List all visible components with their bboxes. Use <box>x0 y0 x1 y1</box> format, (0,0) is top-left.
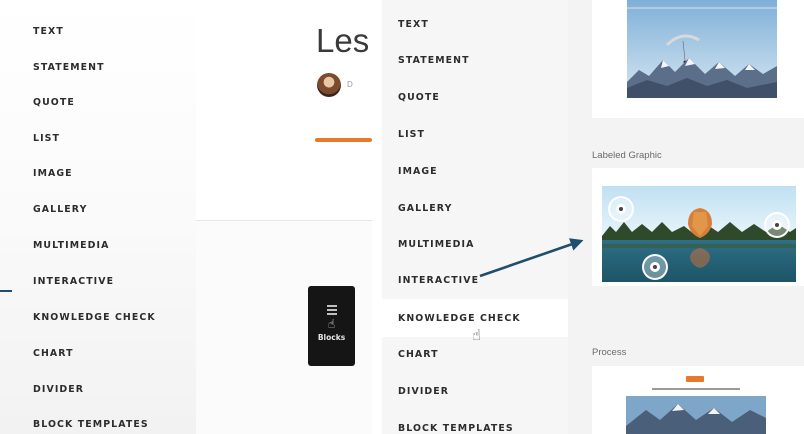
lesson-title[interactable]: Les <box>316 22 369 60</box>
menu-item-divider[interactable]: DIVIDER <box>0 376 196 402</box>
menu-item-interactive[interactable]: INTERACTIVE <box>382 267 568 293</box>
grid-icon <box>326 305 337 315</box>
menu-item-text[interactable]: TEXT <box>0 18 196 44</box>
menu-item-block-templates[interactable]: BLOCK TEMPLATES <box>382 415 568 434</box>
lesson-editor-area: Les D ☝ Blocks <box>196 0 372 434</box>
menu-item-quote[interactable]: QUOTE <box>382 84 568 110</box>
menu-item-interactive[interactable]: INTERACTIVE <box>0 268 196 294</box>
process-label: Process <box>592 347 627 358</box>
labeled-graphic-label: Labeled Graphic <box>592 150 662 161</box>
left-screenshot-panel: TEXT STATEMENT QUOTE LIST IMAGE GALLERY … <box>0 0 372 434</box>
hand-pointer-icon: ☝ <box>327 317 336 331</box>
paraglider-image <box>627 0 777 98</box>
menu-item-knowledge-check[interactable]: KNOWLEDGE CHECK <box>0 304 196 330</box>
menu-item-list[interactable]: LIST <box>382 121 568 147</box>
menu-item-statement[interactable]: STATEMENT <box>0 54 196 80</box>
menu-item-gallery[interactable]: GALLERY <box>0 196 196 222</box>
hotspot-marker[interactable] <box>608 196 634 222</box>
block-library-sidebar: TEXT STATEMENT QUOTE LIST IMAGE GALLERY … <box>382 0 568 434</box>
process-mountain-image <box>626 396 766 434</box>
panel-separator <box>372 0 382 434</box>
menu-item-multimedia[interactable]: MULTIMEDIA <box>0 232 196 258</box>
menu-item-chart[interactable]: CHART <box>382 341 568 367</box>
arrow-tail-fragment <box>0 290 12 292</box>
hotspot-dot-icon <box>772 220 782 230</box>
process-heading-line <box>652 388 740 390</box>
right-screenshot-panel: TEXT STATEMENT QUOTE LIST IMAGE GALLERY … <box>382 0 804 434</box>
title-accent-line <box>315 138 372 142</box>
menu-item-block-templates[interactable]: BLOCK TEMPLATES <box>0 411 196 434</box>
menu-item-chart[interactable]: CHART <box>0 340 196 366</box>
blocks-button-label: Blocks <box>317 333 346 342</box>
block-preview-gallery: Labeled Graphic Process <box>568 0 804 434</box>
menu-item-gallery[interactable]: GALLERY <box>382 195 568 221</box>
menu-item-image[interactable]: IMAGE <box>0 160 196 186</box>
image-block-preview[interactable] <box>592 0 804 118</box>
block-library-sidebar: TEXT STATEMENT QUOTE LIST IMAGE GALLERY … <box>0 0 196 434</box>
labeled-graphic-preview[interactable] <box>592 168 804 286</box>
menu-item-text[interactable]: TEXT <box>382 11 568 37</box>
hotspot-dot-icon <box>616 204 626 214</box>
hand-pointer-icon: ☝ <box>472 327 482 344</box>
menu-item-list[interactable]: LIST <box>0 125 196 151</box>
menu-item-image[interactable]: IMAGE <box>382 158 568 184</box>
blocks-button[interactable]: ☝ Blocks <box>308 286 355 366</box>
hotspot-dot-icon <box>650 262 660 272</box>
hotspot-marker[interactable] <box>642 254 668 280</box>
menu-item-multimedia[interactable]: MULTIMEDIA <box>382 231 568 257</box>
hotspot-marker[interactable] <box>764 212 790 238</box>
menu-item-statement[interactable]: STATEMENT <box>382 47 568 73</box>
author-name: D <box>347 80 353 89</box>
menu-item-quote[interactable]: QUOTE <box>0 89 196 115</box>
menu-item-divider[interactable]: DIVIDER <box>382 378 568 404</box>
author-avatar <box>317 73 341 97</box>
process-start-badge <box>686 376 704 382</box>
process-block-preview[interactable] <box>592 366 804 434</box>
